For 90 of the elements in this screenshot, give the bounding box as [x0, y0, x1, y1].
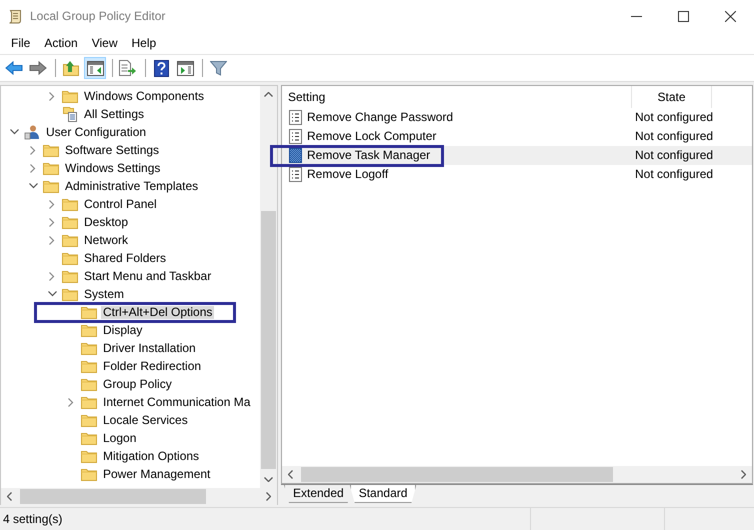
tree-item[interactable]: Logon [101, 432, 138, 444]
column-header[interactable]: Setting [282, 86, 632, 108]
tree-item[interactable]: User Configuration [44, 126, 148, 138]
folder-icon [81, 431, 97, 445]
tree-item[interactable]: Driver Installation [101, 342, 198, 354]
folder-icon [81, 395, 97, 409]
app-scroll-icon [8, 8, 22, 24]
tree-item[interactable]: All Settings [82, 108, 146, 120]
tree-item[interactable]: Software Settings [63, 144, 162, 156]
folder-icon [62, 287, 78, 301]
window-title: Local Group Policy Editor [30, 9, 166, 23]
toolbar-button[interactable] [84, 57, 106, 79]
folder-icon [62, 233, 78, 247]
scrollbar-thumb[interactable] [20, 489, 206, 504]
tree-item[interactable]: Start Menu and Taskbar [82, 270, 214, 282]
tree-item[interactable]: Folder Redirection [101, 360, 204, 372]
vertical-scrollbar[interactable] [260, 86, 277, 488]
tree-item[interactable]: Display [101, 324, 144, 336]
view-tab[interactable]: Standard [350, 485, 416, 503]
folder-icon [81, 467, 97, 481]
user-icon [24, 124, 40, 140]
menu-item[interactable]: View [84, 36, 124, 50]
status-text: 4 setting(s) [3, 512, 62, 526]
tree-item[interactable]: Ctrl+Alt+Del Options [101, 306, 214, 318]
horizontal-scrollbar[interactable] [282, 466, 752, 483]
tree-item[interactable]: Network [82, 234, 130, 246]
table-cell-text: Not configured [634, 130, 714, 143]
table-cell-text: Remove Logoff [306, 168, 390, 181]
folder-icon [43, 143, 59, 157]
policy-icon [288, 148, 302, 163]
folder-icon [62, 89, 78, 103]
menu-item[interactable]: File [4, 36, 38, 50]
scrollbar-thumb[interactable] [261, 211, 276, 469]
policy-icon [288, 110, 302, 125]
folder-icon [81, 359, 97, 373]
scroll-left-icon[interactable] [288, 470, 293, 479]
table-row[interactable]: Remove Lock Computer Not configured [282, 127, 752, 146]
folder-icon [43, 179, 59, 193]
settings-pages-icon [62, 106, 78, 122]
table-row[interactable]: Remove Change Password Not configured [282, 108, 752, 127]
folder-icon [81, 341, 97, 355]
menu-item[interactable]: Help [124, 36, 164, 50]
tree-item[interactable]: System [82, 288, 126, 300]
folder-icon [62, 197, 78, 211]
column-header[interactable]: State [632, 86, 712, 108]
tree-item[interactable]: Windows Settings [63, 162, 162, 174]
table-row[interactable]: Remove Logoff Not configured [282, 165, 752, 184]
tree-item[interactable]: Power Management [101, 468, 212, 480]
forward-arrow-icon[interactable] [29, 61, 47, 75]
folder-icon [43, 161, 59, 175]
back-arrow-icon[interactable] [5, 61, 23, 75]
table-row[interactable]: Remove Task Manager Not configured [282, 146, 752, 165]
horizontal-scrollbar[interactable] [1, 488, 277, 505]
scrollbar-thumb[interactable] [301, 467, 613, 482]
menu-item[interactable]: Action [37, 36, 85, 50]
policy-icon [288, 129, 302, 144]
action-pane-icon[interactable] [176, 60, 194, 76]
folder-icon [62, 215, 78, 229]
scroll-up-icon[interactable] [264, 92, 273, 97]
tree-item[interactable]: Group Policy [101, 378, 174, 390]
tree-item[interactable]: Locale Services [101, 414, 190, 426]
tree-item[interactable]: Desktop [82, 216, 130, 228]
maximize-icon[interactable] [678, 10, 689, 22]
tree-item[interactable]: Mitigation Options [101, 450, 202, 462]
tree-item[interactable]: Control Panel [82, 198, 159, 210]
scroll-down-icon[interactable] [264, 477, 273, 482]
table-cell-text: Not configured [634, 149, 714, 162]
tree-item[interactable]: Internet Communication Ma [101, 396, 252, 408]
tree-item[interactable]: Windows Components [82, 90, 206, 102]
table-cell-text: Not configured [634, 168, 714, 181]
table-cell-text: Remove Task Manager [306, 149, 432, 162]
folder-icon [81, 323, 97, 337]
scroll-left-icon[interactable] [7, 492, 12, 501]
folder-icon [62, 251, 78, 265]
table-cell-text: Remove Change Password [306, 111, 454, 124]
tree-item[interactable]: Shared Folders [82, 252, 168, 264]
help-icon[interactable] [154, 60, 168, 76]
tree-item[interactable]: Administrative Templates [63, 180, 200, 192]
folder-icon [81, 413, 97, 427]
console-tree-icon[interactable] [86, 60, 104, 76]
policy-icon [288, 167, 302, 182]
folder-icon [81, 305, 97, 319]
folder-icon [81, 377, 97, 391]
folder-icon [81, 449, 97, 463]
folder-icon [62, 269, 78, 283]
close-icon[interactable] [725, 10, 736, 22]
scroll-right-icon[interactable] [741, 470, 746, 479]
scroll-right-icon[interactable] [266, 492, 271, 501]
table-cell-text: Not configured [634, 111, 714, 124]
table-cell-text: Remove Lock Computer [306, 130, 438, 143]
